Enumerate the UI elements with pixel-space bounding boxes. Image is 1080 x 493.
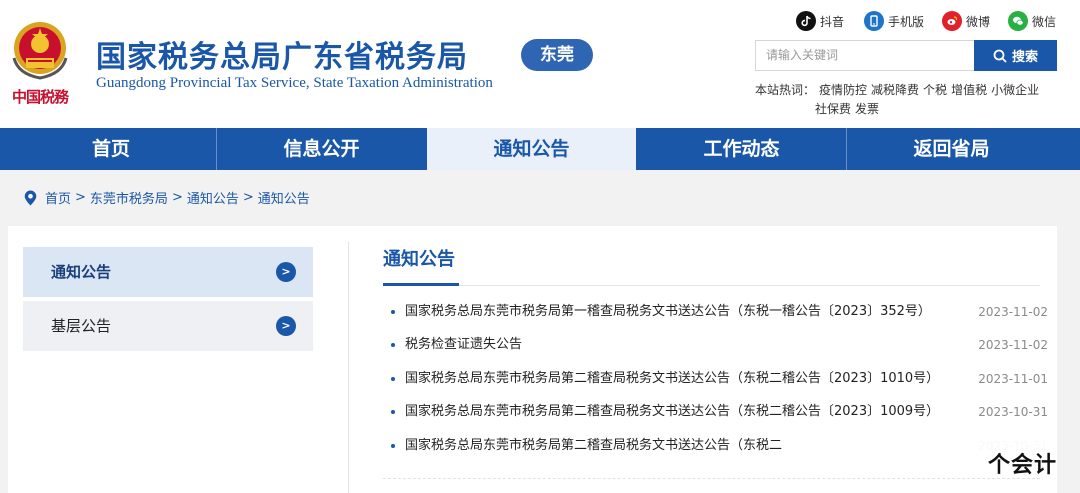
sidebar-item-label: 基层公告 [51, 317, 112, 335]
social-weibo[interactable]: 微博 [942, 11, 990, 31]
search-icon [993, 49, 1007, 63]
sidebar-item-notices[interactable]: 通知公告 > [23, 247, 313, 297]
hot-word[interactable]: 增值税 [951, 83, 987, 97]
douyin-icon [796, 11, 816, 31]
chevron-right-icon: > [276, 316, 296, 336]
breadcrumb-notices[interactable]: 通知公告 [187, 188, 239, 207]
tax-emblem-icon [12, 22, 68, 80]
list-item-title[interactable]: 税务检查证遗失公告 [405, 334, 522, 356]
social-douyin[interactable]: 抖音 [796, 11, 844, 31]
column-divider [348, 242, 349, 493]
social-mobile[interactable]: 手机版 [864, 11, 924, 31]
list-item[interactable]: 国家税务总局东莞市税务局第二稽查局税务文书送达公告（东税二稽公告〔2023〕10… [388, 401, 1048, 423]
list-item-date: 2023-11-01 [978, 372, 1048, 386]
list-title-underline [383, 285, 1040, 286]
list-item-title[interactable]: 国家税务总局东莞市税务局第一稽查局税务文书送达公告（东税一稽公告〔2023〕35… [405, 301, 931, 323]
site-header: 中国税務 国家税务总局广东省税务局 Guangdong Provincial T… [0, 0, 1080, 128]
hot-word[interactable]: 小微企业 [991, 83, 1039, 97]
bullet-icon [391, 310, 395, 314]
hot-word[interactable]: 个税 [923, 83, 947, 97]
breadcrumb-current[interactable]: 通知公告 [258, 188, 310, 207]
watermark: 个会计 [988, 453, 1058, 478]
list-item-title[interactable]: 国家税务总局东莞市税务局第二稽查局税务文书送达公告（东税二稽公告〔2023〕10… [405, 368, 939, 390]
chevron-right-icon: > [276, 262, 296, 282]
breadcrumb-home[interactable]: 首页 [45, 188, 71, 207]
list-item-date: 2023-10-31 [978, 405, 1048, 419]
breadcrumb-dongguan[interactable]: 东莞市税务局 [90, 188, 168, 207]
social-douyin-label: 抖音 [820, 14, 845, 29]
bullet-icon [391, 410, 395, 414]
social-weibo-label: 微博 [966, 14, 991, 29]
sidebar-item-label: 通知公告 [51, 263, 112, 281]
site-subtitle: Guangdong Provincial Tax Service, State … [96, 75, 493, 91]
nav-work-news[interactable]: 工作动态 [637, 128, 846, 170]
list-item-title[interactable]: 国家税务总局东莞市税务局第二稽查局税务文书送达公告（东税二稽公告〔2023〕10… [405, 401, 939, 423]
list-item[interactable]: 国家税务总局东莞市税务局第二稽查局税务文书送达公告（东税二稽公告〔2023〕10… [388, 368, 1048, 390]
hot-words: 本站热词： 疫情防控 减税降费 个税 增值税 小微企业 社保费 发票 [755, 81, 1060, 119]
nav-notices[interactable]: 通知公告 [427, 128, 636, 170]
nav-back-province[interactable]: 返回省局 [847, 128, 1056, 170]
breadcrumb-separator: > [171, 190, 183, 205]
nav-home[interactable]: 首页 [6, 128, 216, 170]
bullet-icon [391, 343, 395, 347]
list-title-accent [383, 283, 459, 286]
location-pin-icon [24, 190, 37, 205]
sidebar-item-grassroots[interactable]: 基层公告 > [23, 301, 313, 351]
list-divider [383, 478, 1040, 479]
mobile-icon [864, 11, 884, 31]
hot-word[interactable]: 减税降费 [871, 83, 919, 97]
list-title: 通知公告 [383, 249, 455, 270]
site-title[interactable]: 国家税务总局广东省税务局 [96, 32, 468, 76]
weibo-icon [942, 11, 962, 31]
wechat-icon [1008, 11, 1028, 31]
breadcrumb-separator: > [75, 190, 86, 205]
list-item-title[interactable]: 国家税务总局东莞市税务局第二稽查局税务文书送达公告（东税二 [405, 435, 782, 457]
search-button[interactable]: 搜索 [974, 40, 1057, 71]
city-badge[interactable]: 东莞 [521, 39, 593, 71]
list-item[interactable]: 税务检查证遗失公告 2023-11-02 [388, 334, 1048, 356]
list-item-date: 2023-11-02 [978, 305, 1048, 319]
search-input[interactable]: 请输入关键词 [755, 40, 975, 71]
main-nav: 首页 信息公开 通知公告 工作动态 返回省局 [0, 128, 1080, 170]
hot-word[interactable]: 疫情防控 [819, 83, 867, 97]
seal-text: 中国税務 [12, 88, 69, 106]
hot-words-label: 本站热词： [755, 83, 816, 97]
social-wechat[interactable]: 微信 [1008, 11, 1056, 31]
nav-info-disclosure[interactable]: 信息公开 [217, 128, 426, 170]
bullet-icon [391, 377, 395, 381]
hot-word[interactable]: 发票 [855, 102, 879, 116]
list-item[interactable]: 国家税务总局东莞市税务局第一稽查局税务文书送达公告（东税一稽公告〔2023〕35… [388, 301, 1048, 323]
search-button-label: 搜索 [1011, 50, 1038, 65]
list-item-date: 2023-11-02 [978, 338, 1048, 352]
hot-word[interactable]: 社保费 [815, 102, 851, 116]
bullet-icon [391, 444, 395, 448]
social-wechat-label: 微信 [1032, 14, 1057, 29]
breadcrumb-separator: > [242, 190, 254, 205]
breadcrumb: 首页 > 东莞市税务局 > 通知公告 > 通知公告 [24, 188, 310, 207]
social-mobile-label: 手机版 [888, 14, 925, 29]
